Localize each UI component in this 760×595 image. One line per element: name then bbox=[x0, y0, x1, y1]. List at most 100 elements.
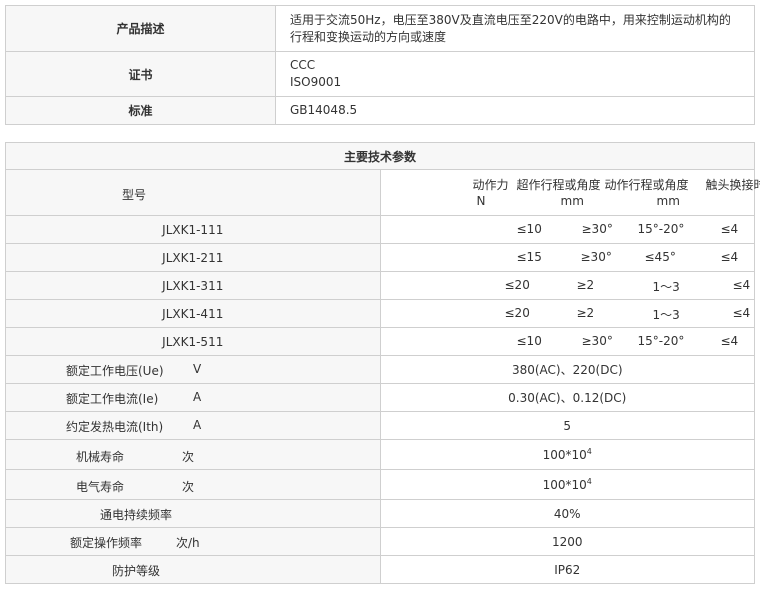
column-unit: mm bbox=[656, 194, 680, 208]
spec-value: 100*104 bbox=[379, 439, 755, 470]
spec-value-exponent: 4 bbox=[586, 477, 592, 486]
switch-time-value: ≤4 bbox=[732, 278, 751, 292]
product-value-line: CCC bbox=[290, 58, 316, 72]
model-name: JLXK1-311 bbox=[5, 271, 381, 300]
force-value: ≤20 bbox=[504, 306, 530, 320]
spec-label: 防护等级 bbox=[112, 564, 161, 578]
product-value-line: GB14048.5 bbox=[290, 103, 358, 117]
product-value-line: ISO9001 bbox=[290, 75, 342, 89]
spec-label-cell: 机械寿命 次 bbox=[5, 439, 381, 470]
spec-row: 电气寿命 次 100*104 bbox=[5, 469, 755, 500]
spec-value: 380(AC)、220(DC) bbox=[379, 355, 755, 384]
travel-value: 1～3 bbox=[652, 280, 680, 294]
table-row: JLXK1-511 ≤10 ≥30° 15°-20° ≤4 bbox=[5, 327, 755, 356]
spec-unit: V bbox=[193, 362, 202, 376]
product-row: 产品描述 适用于交流50Hz，电压至380V及直流电压至220V的电路中，用来控… bbox=[5, 5, 755, 52]
model-values: ≤20 ≥2 1～3 ≤4 bbox=[379, 271, 755, 300]
travel-value: 15°-20° bbox=[637, 334, 685, 348]
model-header-label: 型号 bbox=[122, 188, 147, 202]
product-key: 标准 bbox=[5, 96, 276, 125]
spec-label-cell: 额定操作频率 次/h bbox=[5, 527, 381, 556]
model-name: JLXK1-511 bbox=[5, 327, 381, 356]
spec-value-base: 100*10 bbox=[542, 448, 587, 462]
tech-params-table: 主要技术参数 型号 动作力 超作行程或角度 动作行程或角度 触头换接时间 N m… bbox=[5, 142, 760, 584]
spec-label: 额定工作电压(Ue) bbox=[66, 364, 164, 378]
spec-row: 机械寿命 次 100*104 bbox=[5, 439, 755, 470]
params-header-row: 型号 动作力 超作行程或角度 动作行程或角度 触头换接时间 N mm mm mS bbox=[5, 169, 760, 216]
over-travel-value: ≥30° bbox=[581, 222, 613, 236]
spec-row: 防护等级 IP62 bbox=[5, 555, 755, 584]
switch-time-value: ≤4 bbox=[720, 222, 739, 236]
spec-value-exponent: 4 bbox=[586, 447, 592, 456]
model-values: ≤10 ≥30° 15°-20° ≤4 bbox=[379, 215, 755, 244]
spec-unit: A bbox=[193, 418, 202, 432]
column-header: 动作行程或角度 bbox=[604, 178, 689, 192]
model-name: JLXK1-111 bbox=[5, 215, 381, 244]
model-name: JLXK1-211 bbox=[5, 243, 381, 272]
spec-label: 电气寿命 bbox=[76, 480, 125, 494]
spec-value: IP62 bbox=[379, 555, 755, 584]
spec-label-cell: 电气寿命 次 bbox=[5, 469, 381, 500]
spec-label-cell: 防护等级 bbox=[5, 555, 381, 584]
column-unit: mm bbox=[560, 194, 584, 208]
spec-label-cell: 约定发热电流(Ith) A bbox=[5, 411, 381, 440]
force-value: ≤10 bbox=[516, 334, 542, 348]
model-values: ≤20 ≥2 1～3 ≤4 bbox=[379, 299, 755, 328]
over-travel-value: ≥2 bbox=[576, 306, 595, 320]
model-values: ≤15 ≥30° ≤45° ≤4 bbox=[379, 243, 755, 272]
spec-label: 约定发热电流(Ith) bbox=[66, 420, 164, 434]
spec-value: 40% bbox=[379, 499, 755, 528]
spec-row: 额定操作频率 次/h 1200 bbox=[5, 527, 755, 556]
spec-label: 机械寿命 bbox=[76, 450, 125, 464]
table-row: JLXK1-311 ≤20 ≥2 1～3 ≤4 bbox=[5, 271, 755, 300]
spec-row: 额定工作电流(Ie) A 0.30(AC)、0.12(DC) bbox=[5, 383, 755, 412]
force-value: ≤20 bbox=[504, 278, 530, 292]
spec-unit: 次/h bbox=[176, 536, 200, 550]
model-values: ≤10 ≥30° 15°-20° ≤4 bbox=[379, 327, 755, 356]
model-name: JLXK1-411 bbox=[5, 299, 381, 328]
column-header: 动作力 bbox=[472, 178, 509, 192]
params-title: 主要技术参数 bbox=[5, 142, 755, 170]
product-key: 产品描述 bbox=[5, 5, 276, 52]
travel-value: 1～3 bbox=[652, 308, 680, 322]
force-value: ≤10 bbox=[516, 222, 542, 236]
column-unit: N bbox=[476, 194, 486, 208]
spec-label-cell: 通电持续频率 bbox=[5, 499, 381, 528]
spec-label-cell: 额定工作电流(Ie) A bbox=[5, 383, 381, 412]
spec-unit: 次 bbox=[182, 480, 195, 494]
column-headers: 动作力 超作行程或角度 动作行程或角度 触头换接时间 N mm mm mS bbox=[379, 169, 760, 216]
product-value-line: 行程和变换运动的方向或速度 bbox=[290, 29, 447, 44]
table-row: JLXK1-411 ≤20 ≥2 1～3 ≤4 bbox=[5, 299, 755, 328]
params-title-row: 主要技术参数 bbox=[5, 142, 755, 170]
product-info-table: 产品描述 适用于交流50Hz，电压至380V及直流电压至220V的电路中，用来控… bbox=[5, 5, 755, 125]
spec-value: 1200 bbox=[379, 527, 755, 556]
over-travel-value: ≥30° bbox=[581, 334, 613, 348]
spec-row: 约定发热电流(Ith) A 5 bbox=[5, 411, 755, 440]
spec-value: 5 bbox=[379, 411, 755, 440]
product-value-line: 适用于交流50Hz，电压至380V及直流电压至220V的电路中，用来控制运动机构… bbox=[290, 12, 731, 27]
spec-label-cell: 额定工作电压(Ue) V bbox=[5, 355, 381, 384]
switch-time-value: ≤4 bbox=[720, 250, 739, 264]
force-value: ≤15 bbox=[516, 250, 542, 264]
switch-time-value: ≤4 bbox=[720, 334, 739, 348]
travel-value: ≤45° bbox=[644, 250, 676, 264]
spec-label: 额定工作电流(Ie) bbox=[66, 392, 159, 406]
product-row: 证书 CCC ISO9001 bbox=[5, 51, 755, 97]
product-key: 证书 bbox=[5, 51, 276, 97]
product-value: CCC ISO9001 bbox=[275, 51, 755, 97]
travel-value: 15°-20° bbox=[637, 222, 685, 236]
spec-value: 0.30(AC)、0.12(DC) bbox=[379, 383, 755, 412]
table-row: JLXK1-111 ≤10 ≥30° 15°-20° ≤4 bbox=[5, 215, 755, 244]
product-value: 适用于交流50Hz，电压至380V及直流电压至220V的电路中，用来控制运动机构… bbox=[275, 5, 755, 52]
table-row: JLXK1-211 ≤15 ≥30° ≤45° ≤4 bbox=[5, 243, 755, 272]
switch-time-value: ≤4 bbox=[732, 306, 751, 320]
product-row: 标准 GB14048.5 bbox=[5, 96, 755, 125]
model-header: 型号 bbox=[5, 169, 381, 216]
spec-label: 额定操作频率 bbox=[70, 536, 143, 550]
spec-value: 100*104 bbox=[379, 469, 755, 500]
spec-label: 通电持续频率 bbox=[100, 508, 173, 522]
over-travel-value: ≥30° bbox=[580, 250, 612, 264]
spec-unit: A bbox=[193, 390, 202, 404]
over-travel-value: ≥2 bbox=[576, 278, 595, 292]
spec-value-base: 100*10 bbox=[542, 478, 587, 492]
